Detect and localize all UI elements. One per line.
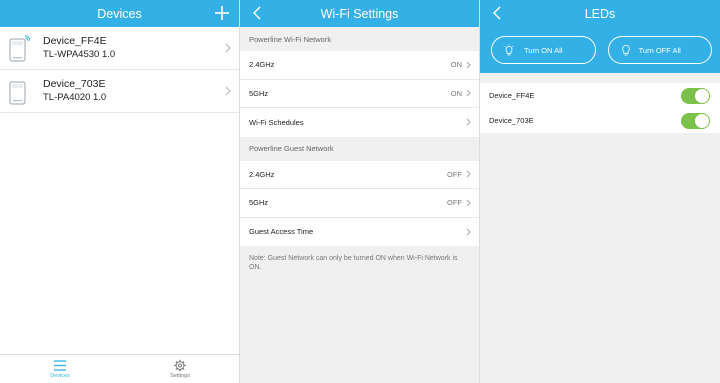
device-model: TL-WPA4530 1.0 (43, 49, 116, 60)
row-value: OFF (447, 169, 462, 179)
turn-off-all-button[interactable]: Turn OFF All (607, 36, 712, 64)
guest-access-time-row[interactable]: Guest Access Time (240, 217, 479, 246)
turn-on-all-button[interactable]: Turn ON All (491, 36, 596, 64)
page-title: Wi-Fi Settings (320, 6, 399, 21)
plus-icon[interactable] (213, 4, 231, 22)
row-label: 5GHz (249, 88, 269, 98)
led-toggle[interactable] (681, 112, 710, 129)
led-device-name: Device_703E (489, 116, 534, 125)
powerline-adapter-icon (9, 81, 26, 105)
wifi-header: Wi-Fi Settings (240, 0, 479, 27)
section-header: Powerline Wi-Fi Network (240, 27, 479, 51)
turn-on-all-label: Turn ON All (524, 45, 563, 55)
row-value: ON (450, 88, 462, 98)
row-value: ON (450, 60, 462, 70)
wifi-settings-screen: Wi-Fi Settings Powerline Wi-Fi Network 2… (240, 0, 480, 383)
toggle-knob (695, 88, 709, 103)
bottom-tab-bar: Devices Settings (0, 354, 239, 383)
chevron-right-icon (225, 43, 231, 53)
gear-icon (174, 359, 186, 372)
chevron-right-icon (466, 89, 471, 97)
devices-header: Devices (0, 0, 239, 27)
powerline-adapter-icon (9, 35, 30, 62)
bulb-off-icon (621, 45, 630, 56)
row-label: Wi-Fi Schedules (249, 117, 304, 127)
chevron-right-icon (466, 61, 471, 69)
led-device-row: Device_FF4E (480, 83, 720, 108)
device-list-item[interactable]: Device_FF4E TL-WPA4530 1.0 (0, 27, 239, 70)
led-device-name: Device_FF4E (489, 91, 535, 100)
tab-devices[interactable]: Devices (0, 355, 120, 383)
row-label: 5GHz (249, 198, 269, 208)
page-title: Devices (97, 6, 142, 21)
row-value: OFF (447, 198, 462, 208)
led-device-row: Device_703E (480, 108, 720, 133)
back-arrow-icon[interactable] (250, 4, 266, 22)
row-label: 2.4GHz (249, 169, 275, 179)
leds-screen: LEDs Turn ON All Turn OFF All Device_FF4… (480, 0, 720, 383)
device-list-item[interactable]: Device_703E TL-PA4020 1.0 (0, 70, 239, 113)
chevron-right-icon (466, 228, 471, 236)
guest-network-note: Note: Guest Network can only be turned O… (249, 255, 458, 271)
section-header: Powerline Guest Network (240, 136, 479, 161)
chevron-right-icon (225, 86, 231, 96)
wifi-schedules-row[interactable]: Wi-Fi Schedules (240, 108, 479, 137)
leds-header: LEDs Turn ON All Turn OFF All (480, 0, 720, 73)
device-model: TL-PA4020 1.0 (43, 92, 107, 103)
turn-off-all-label: Turn OFF All (638, 45, 681, 55)
page-title: LEDs (584, 6, 616, 21)
wifi-2.4ghz-row[interactable]: 2.4GHz ON (240, 51, 479, 80)
device-name: Device_FF4E (43, 35, 107, 47)
wifi-5ghz-row[interactable]: 5GHz ON (240, 79, 479, 108)
device-name: Device_703E (43, 78, 106, 90)
chevron-right-icon (466, 199, 471, 207)
row-label: 2.4GHz (249, 60, 275, 70)
devices-screen: Devices Device_FF4E TL-WPA4530 1.0 Devic… (0, 0, 240, 383)
chevron-right-icon (466, 170, 471, 178)
tab-label: Settings (170, 373, 190, 379)
tab-label: Devices (50, 373, 70, 379)
chevron-right-icon (466, 118, 471, 126)
row-label: Guest Access Time (249, 227, 314, 237)
menu-icon (54, 360, 66, 371)
guest-2.4ghz-row[interactable]: 2.4GHz OFF (240, 160, 479, 189)
bulb-on-icon (504, 44, 514, 56)
screens-container: Devices Device_FF4E TL-WPA4530 1.0 Devic… (0, 0, 720, 383)
back-arrow-icon[interactable] (490, 4, 506, 22)
tab-settings[interactable]: Settings (120, 355, 239, 383)
led-toggle[interactable] (681, 87, 710, 104)
leds-title-bar: LEDs (480, 0, 720, 27)
toggle-knob (695, 113, 709, 128)
led-bulk-actions: Turn ON All Turn OFF All (491, 36, 712, 64)
guest-5ghz-row[interactable]: 5GHz OFF (240, 189, 479, 218)
